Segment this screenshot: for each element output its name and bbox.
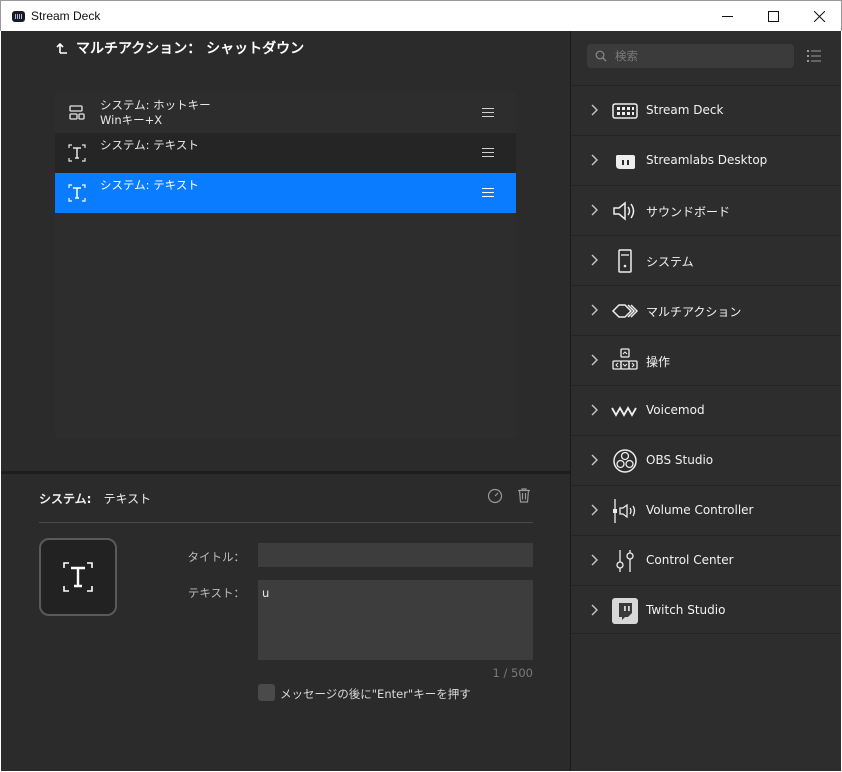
drag-handle-icon[interactable] (482, 188, 494, 197)
category-label: システム (646, 255, 694, 269)
category-streamlabs-desktop[interactable]: Streamlabs Desktop (571, 135, 841, 184)
category-twitch-studio[interactable]: Twitch Studio (571, 585, 841, 634)
chevron-right-icon (591, 504, 598, 516)
volume-controller-icon (613, 499, 636, 523)
text-field-label: テキスト： (187, 586, 245, 600)
maximize-icon (767, 10, 779, 22)
category-label: Voicemod (646, 403, 705, 417)
speaker-icon (613, 201, 635, 221)
action-row-title: システム: テキスト (100, 138, 199, 152)
action-row-title: システム: テキスト (100, 178, 199, 192)
title-input[interactable] (258, 543, 533, 567)
arrow-keys-icon (612, 348, 638, 370)
category-soundboard[interactable]: サウンドボード (571, 185, 841, 234)
character-counter: 1 / 500 (492, 666, 533, 680)
close-icon (813, 10, 825, 22)
property-inspector-header: システム: テキスト (39, 490, 151, 507)
hotkey-icon (69, 105, 85, 120)
category-system[interactable]: システム (571, 235, 841, 284)
close-button[interactable] (796, 1, 842, 31)
text-input[interactable]: u (258, 580, 533, 660)
sliders-icon (616, 550, 634, 572)
chevron-right-icon (591, 154, 598, 166)
category-label: OBS Studio (646, 453, 714, 467)
key-preview[interactable] (39, 538, 117, 616)
text-icon (68, 184, 86, 202)
category-voicemod[interactable]: Voicemod (571, 385, 841, 434)
action-row-text-selected[interactable]: システム: テキスト (55, 173, 516, 213)
text-icon (63, 562, 93, 592)
category-label: Streamlabs Desktop (646, 153, 768, 167)
chevron-right-icon (591, 454, 598, 466)
back-arrow-icon (56, 42, 67, 54)
enter-checkbox[interactable] (258, 684, 275, 701)
title-field-label: タイトル： (187, 550, 246, 564)
maximize-button[interactable] (750, 1, 796, 31)
search-input[interactable] (615, 46, 785, 66)
multi-action-header[interactable]: マルチアクション： シャットダウン (56, 38, 304, 58)
action-row-subtitle: Winキー+X (100, 113, 163, 127)
chevron-right-icon (591, 204, 598, 216)
category-label: Volume Controller (646, 503, 754, 517)
action-list: システム: ホットキー Winキー+X システム: テキスト システム: テキス… (55, 93, 516, 438)
category-obs-studio[interactable]: OBS Studio (571, 435, 841, 484)
action-row-hotkey[interactable]: システム: ホットキー Winキー+X (55, 93, 516, 133)
list-view-icon[interactable] (806, 48, 822, 64)
action-row-text[interactable]: システム: テキスト (55, 133, 516, 173)
gauge-icon[interactable] (487, 488, 503, 504)
category-label: Twitch Studio (646, 603, 726, 617)
chevron-right-icon (591, 604, 598, 616)
obs-icon (613, 449, 637, 473)
computer-tower-icon (618, 249, 632, 273)
category-label: マルチアクション (646, 305, 742, 319)
category-label: Stream Deck (646, 103, 724, 117)
chevron-right-icon (591, 254, 598, 266)
enter-checkbox-label: メッセージの後に"Enter"キーを押す (280, 687, 471, 701)
category-control-center[interactable]: Control Center (571, 535, 841, 584)
trash-icon[interactable] (516, 487, 532, 503)
category-stream-deck[interactable]: Stream Deck (571, 85, 841, 134)
multi-action-icon (611, 304, 639, 318)
twitch-icon (612, 598, 638, 624)
category-label: サウンドボード (646, 205, 731, 219)
minimize-button[interactable] (704, 1, 750, 31)
category-volume-controller[interactable]: Volume Controller (571, 485, 841, 534)
category-operation[interactable]: 操作 (571, 335, 841, 384)
drag-handle-icon[interactable] (482, 148, 494, 157)
category-label: 操作 (646, 355, 671, 369)
voicemod-icon (611, 406, 637, 417)
chevron-right-icon (591, 104, 598, 116)
panel-splitter[interactable] (1, 471, 570, 474)
streamlabs-icon (616, 155, 635, 169)
category-label: Control Center (646, 553, 734, 567)
action-row-title: システム: ホットキー (100, 98, 211, 112)
search-box[interactable] (587, 44, 794, 68)
drag-handle-icon[interactable] (482, 108, 494, 117)
window-title: Stream Deck (31, 9, 101, 23)
category-multi-action[interactable]: マルチアクション (571, 285, 841, 334)
chevron-right-icon (591, 554, 598, 566)
stream-deck-icon (612, 103, 638, 119)
action-name: テキスト (103, 492, 152, 506)
text-icon (68, 144, 86, 162)
minimize-icon (721, 15, 733, 17)
search-icon (595, 50, 607, 62)
chevron-right-icon (591, 304, 598, 316)
title-bar: Stream Deck (0, 0, 842, 31)
stream-deck-app-icon (12, 11, 25, 22)
chevron-right-icon (591, 404, 598, 416)
chevron-right-icon (591, 354, 598, 366)
action-category: システム: (39, 492, 92, 506)
multi-action-title: マルチアクション： シャットダウン (76, 41, 305, 57)
separator (39, 522, 533, 523)
